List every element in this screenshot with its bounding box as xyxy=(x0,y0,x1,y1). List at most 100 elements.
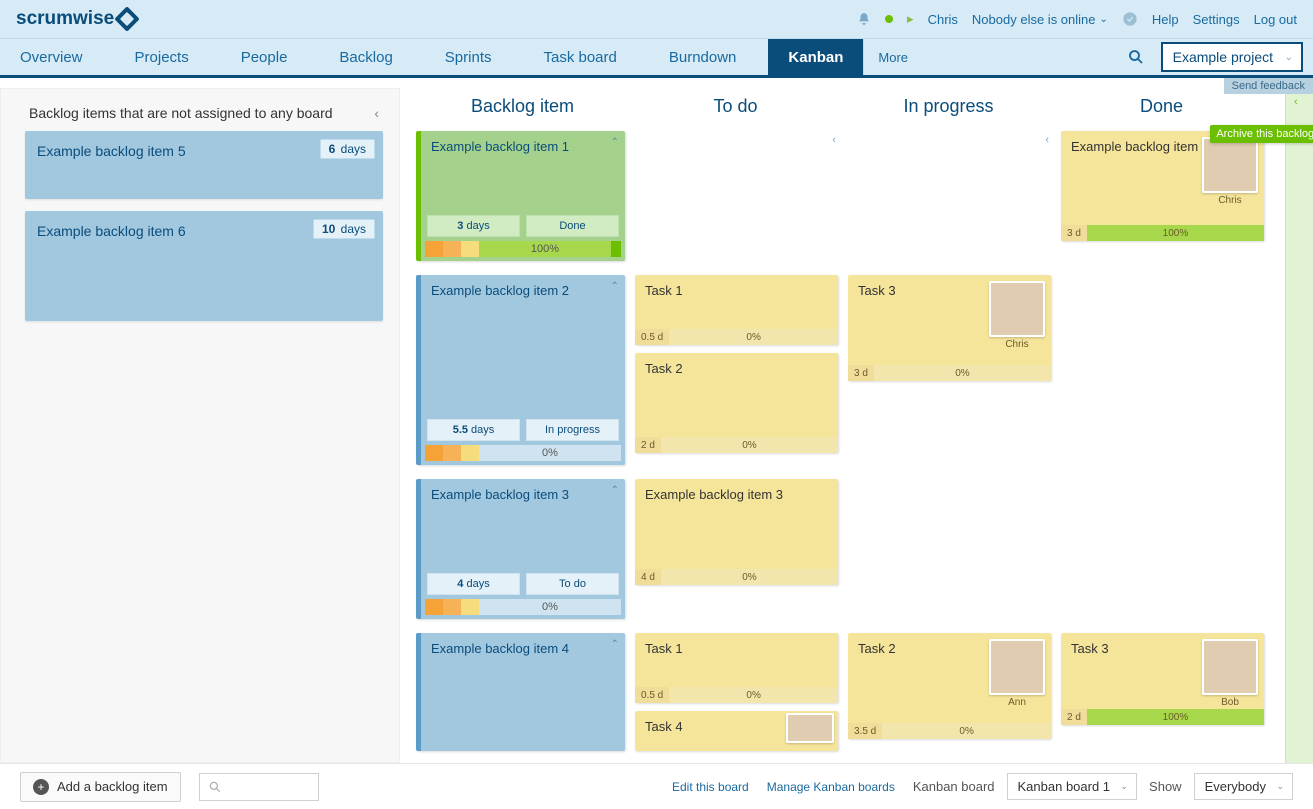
tab-backlog[interactable]: Backlog xyxy=(319,39,412,75)
board-row: Example backlog item 2 ⌃ 5.5 days In pro… xyxy=(416,275,1285,479)
logout-link[interactable]: Log out xyxy=(1254,12,1297,27)
manage-boards-link[interactable]: Manage Kanban boards xyxy=(767,780,895,794)
edit-board-link[interactable]: Edit this board xyxy=(672,780,749,794)
tab-kanban[interactable]: Kanban xyxy=(768,39,863,75)
task-card[interactable]: Task 2 Ann 3.5 d 0% xyxy=(848,633,1051,739)
task-title: Task 1 xyxy=(635,633,838,664)
send-feedback-button[interactable]: Send feedback xyxy=(1224,78,1313,94)
task-card[interactable]: Task 3 Bob 2 d 100% xyxy=(1061,633,1264,725)
online-users-label: Nobody else is online xyxy=(972,12,1096,27)
collapse-sidebar-icon[interactable]: ‹ xyxy=(374,105,379,121)
settings-link[interactable]: Settings xyxy=(1193,12,1240,27)
backlog-item-card[interactable]: Example backlog item 2 ⌃ 5.5 days In pro… xyxy=(416,275,625,465)
task-title: Task 1 xyxy=(635,275,838,306)
task-card[interactable]: Task 2 2 d 0% xyxy=(635,353,838,453)
avatar xyxy=(989,639,1045,695)
logo-icon xyxy=(115,6,140,31)
collapse-card-icon[interactable]: ⌃ xyxy=(611,485,619,496)
bottom-right: Kanban board Kanban board 1 ⌄ Show Every… xyxy=(913,773,1293,800)
chevron-down-icon: ⌄ xyxy=(1121,781,1129,792)
filter-search-input[interactable] xyxy=(199,773,319,801)
backlog-item-card[interactable]: Example backlog item 1 ⌃ 3 days Done 100… xyxy=(416,131,625,261)
card-title: Example backlog item 4 xyxy=(431,641,615,656)
show-select[interactable]: Everybody ⌄ xyxy=(1194,773,1293,800)
nav-right: Example project ⌄ xyxy=(1119,39,1313,75)
avatar xyxy=(1202,137,1258,193)
bell-icon[interactable] xyxy=(857,12,871,26)
task-footer: 0.5 d 0% xyxy=(635,687,838,703)
add-backlog-item-button[interactable]: + Add a backlog item xyxy=(20,772,181,802)
task-footer: 4 d 0% xyxy=(635,569,838,585)
backlog-item-card[interactable]: Example backlog item 4 ⌃ xyxy=(416,633,625,751)
progress-strip: 0% xyxy=(425,445,621,461)
tab-projects[interactable]: Projects xyxy=(115,39,209,75)
column-header: To do xyxy=(629,88,842,131)
logo-text: scrumwise xyxy=(16,8,114,30)
chevron-down-icon: ⌄ xyxy=(1276,781,1284,792)
board-row: Example backlog item 4 ⌃Task 1 0.5 d 0% … xyxy=(416,633,1285,763)
current-user[interactable]: Chris xyxy=(928,12,958,27)
task-footer: 2 d 0% xyxy=(635,437,838,453)
progress-strip: 100% xyxy=(425,241,621,257)
tab-people[interactable]: People xyxy=(221,39,308,75)
bottombar: + Add a backlog item Edit this board Man… xyxy=(0,763,1313,809)
archive-gutter[interactable]: ‹ xyxy=(1285,88,1313,763)
project-select-value: Example project xyxy=(1173,49,1273,65)
task-card[interactable]: Task 4 xyxy=(635,711,838,751)
avatar xyxy=(1202,639,1258,695)
tab-burndown[interactable]: Burndown xyxy=(649,39,757,75)
presence-dot-icon xyxy=(885,15,893,23)
online-users-dropdown[interactable]: Nobody else is online ⌄ xyxy=(972,12,1108,27)
sidebar-header: Backlog items that are not assigned to a… xyxy=(25,105,383,131)
tab-sprints[interactable]: Sprints xyxy=(425,39,512,75)
card-title: Example backlog item 2 xyxy=(431,283,615,298)
task-footer: 3 d 100% xyxy=(1061,225,1264,241)
avatar xyxy=(989,281,1045,337)
estimate-pill: 3 days xyxy=(427,215,520,237)
topbar-right: ▸ Chris Nobody else is online ⌄ Help Set… xyxy=(857,11,1297,27)
collapse-card-icon[interactable]: ⌃ xyxy=(611,281,619,292)
card-title: Example backlog item 1 xyxy=(431,139,615,154)
task-card[interactable]: Example backlog item 1 Chris 3 d 100% xyxy=(1061,131,1264,241)
show-label: Show xyxy=(1149,779,1182,794)
task-card[interactable]: Task 1 0.5 d 0% xyxy=(635,633,838,703)
check-icon[interactable] xyxy=(1122,11,1138,27)
backlog-item-card[interactable]: Example backlog item 3 ⌃ 4 days To do 0% xyxy=(416,479,625,619)
task-card[interactable]: Example backlog item 3 4 d 0% xyxy=(635,479,838,585)
task-card[interactable]: Task 3 Chris 3 d 0% xyxy=(848,275,1051,381)
plus-icon: + xyxy=(33,779,49,795)
progress-strip: 0% xyxy=(425,599,621,615)
board-select[interactable]: Kanban board 1 ⌄ xyxy=(1007,773,1138,800)
presence-arrow-icon: ▸ xyxy=(907,11,914,27)
column-header: In progress xyxy=(842,88,1055,131)
logo[interactable]: scrumwise xyxy=(16,8,136,30)
tab-taskboard[interactable]: Task board xyxy=(523,39,636,75)
search-icon[interactable] xyxy=(1119,48,1153,66)
collapse-card-icon[interactable]: ⌃ xyxy=(611,639,619,650)
main: Backlog items that are not assigned to a… xyxy=(0,80,1313,763)
estimate-badge: 10 days xyxy=(313,219,375,239)
collapse-card-icon[interactable]: ⌃ xyxy=(611,137,619,148)
unassigned-backlog-card[interactable]: Example backlog item 5 6 days xyxy=(25,131,383,199)
estimate-badge: 6 days xyxy=(320,139,375,159)
status-pill: In progress xyxy=(526,419,619,441)
add-button-label: Add a backlog item xyxy=(57,779,168,794)
estimate-pill: 5.5 days xyxy=(427,419,520,441)
avatar-caption: Ann xyxy=(989,697,1045,708)
status-pill: To do xyxy=(526,573,619,595)
tab-overview[interactable]: Overview xyxy=(0,39,103,75)
card-title: Example backlog item 3 xyxy=(431,487,615,502)
task-card[interactable]: Task 1 0.5 d 0% xyxy=(635,275,838,345)
estimate-pill: 4 days xyxy=(427,573,520,595)
column-header: Backlog item xyxy=(416,88,629,131)
board-select-value: Kanban board 1 xyxy=(1018,779,1111,794)
chevron-down-icon: ⌄ xyxy=(1285,52,1293,63)
project-select[interactable]: Example project ⌄ xyxy=(1161,42,1303,72)
show-select-value: Everybody xyxy=(1205,779,1266,794)
avatar-caption: Chris xyxy=(1202,195,1258,206)
sidebar-title: Backlog items that are not assigned to a… xyxy=(29,105,333,121)
help-link[interactable]: Help xyxy=(1152,12,1179,27)
unassigned-backlog-card[interactable]: Example backlog item 6 10 days xyxy=(25,211,383,321)
archive-tooltip: Archive this backlog item xyxy=(1210,125,1313,143)
tab-more[interactable]: More xyxy=(863,39,922,75)
